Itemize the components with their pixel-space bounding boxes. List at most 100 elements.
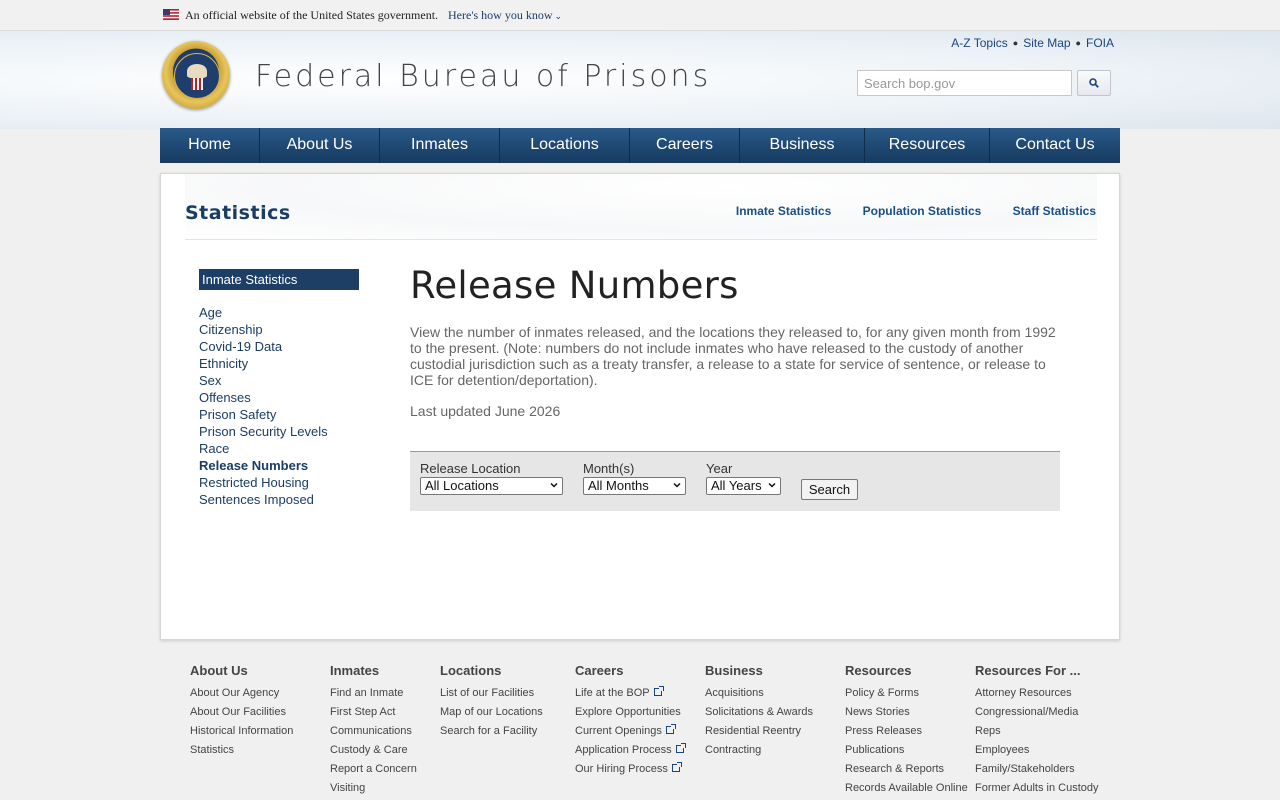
- footer-link[interactable]: Current Openings: [575, 722, 684, 741]
- footer-link-label: Life at the BOP: [575, 687, 650, 699]
- form-search-button[interactable]: Search: [801, 479, 858, 500]
- sidebar-item-prison-safety[interactable]: Prison Safety: [199, 406, 359, 423]
- footer-link[interactable]: Congressional/Media: [975, 703, 1099, 722]
- footer-link[interactable]: Historical Information: [190, 722, 293, 741]
- footer-link[interactable]: Custody & Care: [330, 741, 417, 760]
- sidebar-item-prison-security-levels[interactable]: Prison Security Levels: [199, 423, 359, 440]
- footer-link[interactable]: Contracting: [705, 741, 813, 760]
- footer-link-label: Our Hiring Process: [575, 763, 668, 775]
- footer-link[interactable]: Life at the BOP: [575, 684, 684, 703]
- release-search-form: Release Location All Locations Month(s) …: [410, 451, 1060, 511]
- footer-link[interactable]: List of our Facilities: [440, 684, 543, 703]
- util-link-az-topics[interactable]: A-Z Topics: [951, 36, 1007, 50]
- footer-heading[interactable]: About Us: [190, 663, 293, 678]
- footer-link[interactable]: Solicitations & Awards: [705, 703, 813, 722]
- sidebar-item-sentences-imposed[interactable]: Sentences Imposed: [199, 491, 359, 508]
- main-nav: Home About Us Inmates Locations Careers …: [160, 128, 1120, 163]
- sidebar-item-release-numbers[interactable]: Release Numbers: [199, 457, 359, 474]
- footer-link[interactable]: Family/Stakeholders: [975, 760, 1099, 779]
- footer-link[interactable]: Communications: [330, 722, 417, 741]
- footer-link[interactable]: Research & Reports: [845, 760, 968, 779]
- footer-link[interactable]: Acquisitions: [705, 684, 813, 703]
- bullet-separator: ●: [1075, 38, 1081, 48]
- nav-item-careers[interactable]: Careers: [630, 128, 740, 163]
- footer-heading[interactable]: Careers: [575, 663, 684, 678]
- footer-link[interactable]: Visiting: [330, 779, 417, 798]
- sidebar-item-covid-19-data[interactable]: Covid-19 Data: [199, 338, 359, 355]
- sidebar-item-age[interactable]: Age: [199, 304, 359, 321]
- month-select[interactable]: All Months: [583, 477, 686, 495]
- footer-link[interactable]: Residential Reentry: [705, 722, 813, 741]
- sidebar-heading[interactable]: Inmate Statistics: [199, 269, 359, 290]
- nav-item-resources[interactable]: Resources: [865, 128, 990, 163]
- footer-link[interactable]: Records Available Online: [845, 779, 968, 798]
- section-header: Statistics Inmate Statistics Population …: [185, 174, 1097, 240]
- footer-col-inmates: Inmates Find an Inmate First Step Act Co…: [330, 663, 417, 798]
- search-input[interactable]: Search bop.gov: [857, 70, 1072, 96]
- sidebar-item-ethnicity[interactable]: Ethnicity: [199, 355, 359, 372]
- release-location-select[interactable]: All Locations: [420, 477, 563, 495]
- sub-link-staff-statistics[interactable]: Staff Statistics: [1013, 204, 1096, 218]
- footer-link[interactable]: Our Hiring Process: [575, 760, 684, 779]
- footer-heading[interactable]: Business: [705, 663, 813, 678]
- release-location-value: All Locations: [425, 478, 499, 493]
- footer-link[interactable]: Application Process: [575, 741, 686, 760]
- footer-link[interactable]: About Our Agency: [190, 684, 293, 703]
- footer-link[interactable]: Publications: [845, 741, 968, 760]
- sidebar-item-sex[interactable]: Sex: [199, 372, 359, 389]
- footer-link[interactable]: Former Adults in Custody: [975, 779, 1099, 798]
- footer-link[interactable]: Employees: [975, 741, 1099, 760]
- footer-col-careers: Careers Life at the BOP Explore Opportun…: [575, 663, 686, 779]
- heres-how-you-know-link[interactable]: Here's how you know ⌄: [448, 8, 562, 23]
- footer-link[interactable]: Search for a Facility: [440, 722, 543, 741]
- footer-heading[interactable]: Locations: [440, 663, 543, 678]
- month-field: Month(s) All Months: [583, 461, 686, 495]
- year-select[interactable]: All Years: [706, 477, 781, 495]
- nav-item-inmates[interactable]: Inmates: [380, 128, 500, 163]
- footer-link[interactable]: First Step Act: [330, 703, 417, 722]
- nav-item-locations[interactable]: Locations: [500, 128, 630, 163]
- external-link-icon: [653, 686, 664, 696]
- footer-heading[interactable]: Inmates: [330, 663, 417, 678]
- footer-link[interactable]: Policy & Forms: [845, 684, 968, 703]
- util-link-site-map[interactable]: Site Map: [1023, 36, 1070, 50]
- month-label: Month(s): [583, 461, 635, 476]
- footer-heading[interactable]: Resources: [845, 663, 968, 678]
- year-field: Year All Years: [706, 461, 781, 495]
- site-title[interactable]: Federal Bureau of Prisons: [255, 59, 711, 94]
- footer-link[interactable]: Press Releases: [845, 722, 968, 741]
- doj-seal-logo[interactable]: [162, 41, 230, 109]
- nav-item-home[interactable]: Home: [160, 128, 260, 163]
- gov-banner: An official website of the United States…: [0, 0, 1280, 31]
- util-link-foia[interactable]: FOIA: [1086, 36, 1114, 50]
- footer-link[interactable]: Attorney Resources: [975, 684, 1099, 703]
- bullet-separator: ●: [1012, 38, 1019, 48]
- sidebar-item-restricted-housing[interactable]: Restricted Housing: [199, 474, 359, 491]
- last-updated: Last updated June 2026: [410, 403, 561, 419]
- sub-link-population-statistics[interactable]: Population Statistics: [863, 204, 982, 218]
- footer-link[interactable]: Report a Concern: [330, 760, 417, 779]
- footer-link[interactable]: Find an Inmate: [330, 684, 417, 703]
- sub-link-inmate-statistics[interactable]: Inmate Statistics: [736, 204, 831, 218]
- footer-link[interactable]: About Our Facilities: [190, 703, 293, 722]
- us-flag-icon: [163, 9, 179, 20]
- footer-link[interactable]: Map of our Locations: [440, 703, 543, 722]
- sidebar-item-offenses[interactable]: Offenses: [199, 389, 359, 406]
- sidebar-list: Age Citizenship Covid-19 Data Ethnicity …: [199, 304, 359, 508]
- release-location-label: Release Location: [420, 461, 521, 476]
- site-footer: About Us About Our Agency About Our Faci…: [0, 650, 1280, 800]
- nav-item-business[interactable]: Business: [740, 128, 865, 163]
- sidebar-item-race[interactable]: Race: [199, 440, 359, 457]
- nav-item-contact-us[interactable]: Contact Us: [990, 128, 1120, 163]
- sidebar-item-citizenship[interactable]: Citizenship: [199, 321, 359, 338]
- year-value: All Years: [711, 478, 762, 493]
- external-link-icon: [675, 743, 686, 753]
- footer-link[interactable]: News Stories: [845, 703, 968, 722]
- footer-link[interactable]: Statistics: [190, 741, 293, 760]
- search-button[interactable]: [1077, 70, 1111, 96]
- footer-link[interactable]: Explore Opportunities: [575, 703, 684, 722]
- footer-heading[interactable]: Resources For ...: [975, 663, 1099, 678]
- nav-item-about-us[interactable]: About Us: [260, 128, 380, 163]
- footer-link[interactable]: Reps: [975, 722, 1099, 741]
- official-site-text: An official website of the United States…: [185, 8, 439, 22]
